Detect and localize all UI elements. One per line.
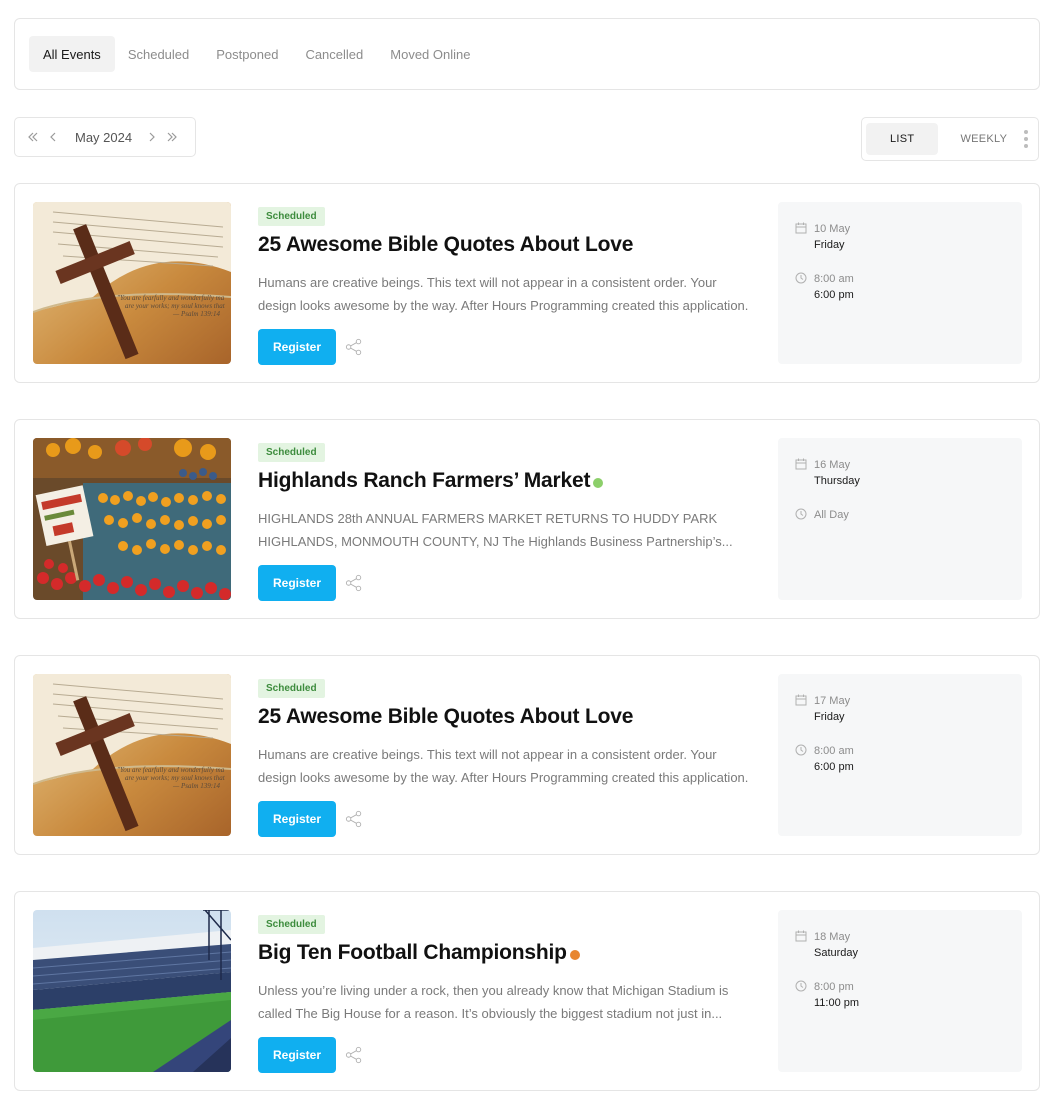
event-datetime-panel: 10 May Friday 8:00 am 6:00 pm [778,202,1022,364]
double-chevron-right-icon[interactable] [162,125,182,149]
register-button[interactable]: Register [258,801,336,837]
svg-text:are your works; my soul knows: are your works; my soul knows that [125,302,226,310]
weekly-view-button[interactable]: WEEKLY [938,123,1029,155]
event-description: Humans are creative beings. This text wi… [258,271,753,317]
tab-moved-online[interactable]: Moved Online [376,36,484,72]
event-datetime-panel: 16 May Thursday All Day [778,438,1022,600]
event-datetime-panel: 18 May Saturday 8:00 pm 11:00 pm [778,910,1022,1072]
farmers-market-image[interactable] [33,438,231,600]
svg-text:— Psalm 139:14: — Psalm 139:14 [172,782,221,790]
event-list: "You are fearfully and wonderfully ma ar… [14,183,1040,1101]
tab-postponed[interactable]: Postponed [202,36,292,72]
svg-text:"You are fearfully and wonderf: "You are fearfully and wonderfully ma [117,294,225,302]
register-button[interactable]: Register [258,329,336,365]
event-title-text[interactable]: 25 Awesome Bible Quotes About Love [258,705,633,729]
event-color-dot [593,478,604,488]
calendar-icon [795,222,807,234]
event-datetime-panel: 17 May Friday 8:00 am 6:00 pm [778,674,1022,836]
status-badge: Scheduled [258,207,325,226]
event-title-text[interactable]: 25 Awesome Bible Quotes About Love [258,233,633,257]
event-description: Humans are creative beings. This text wi… [258,743,753,789]
bible-cross-image[interactable]: "You are fearfully and wonderfully ma ar… [33,674,231,836]
share-icon[interactable] [344,573,364,593]
clock-icon [795,272,807,284]
event-description-line: Unless you’re living under a rock, then … [258,983,729,998]
event-card: "You are fearfully and wonderfully ma ar… [14,183,1040,383]
event-card: Scheduled Big Ten Football Championship … [14,891,1040,1091]
status-badge: Scheduled [258,679,325,698]
event-description-line: Humans are creative beings. This text wi… [258,747,717,762]
chevron-left-icon[interactable] [43,125,63,149]
event-description-line: design looks awesome by the way. After H… [258,770,749,785]
event-description-line: HIGHLANDS, MONMOUTH COUNTY, NJ The Highl… [258,534,733,549]
event-description-line: called The Big House for a reason. It’s … [258,1006,723,1021]
bible-cross-image[interactable]: "You are fearfully and wonderfully ma ar… [33,202,231,364]
event-weekday: Thursday [814,475,860,487]
event-weekday: Friday [814,711,845,723]
tab-cancelled[interactable]: Cancelled [291,36,377,72]
event-date: 10 May [814,223,851,235]
event-description: HIGHLANDS 28th ANNUAL FARMERS MARKET RET… [258,507,753,553]
register-button[interactable]: Register [258,1037,336,1073]
event-end-time: 6:00 pm [814,289,854,301]
event-title[interactable]: Highlands Ranch Farmers’ Market [258,469,753,493]
event-start-time: 8:00 am [814,745,854,757]
event-end-time: 6:00 pm [814,761,854,773]
register-button[interactable]: Register [258,565,336,601]
event-filter-tabs: All Events Scheduled Postponed Cancelled… [14,18,1040,90]
svg-text:"You are fearfully and wonderf: "You are fearfully and wonderfully ma [117,766,225,774]
current-month-label: May 2024 [75,129,133,145]
calendar-icon [795,694,807,706]
event-title-text[interactable]: Highlands Ranch Farmers’ Market [258,469,590,493]
view-toggle: LIST WEEKLY [861,117,1039,161]
event-start-time: 8:00 am [814,273,854,285]
event-description-line: Humans are creative beings. This text wi… [258,275,717,290]
chevron-right-icon[interactable] [142,125,162,149]
event-date: 17 May [814,695,851,707]
event-title[interactable]: 25 Awesome Bible Quotes About Love [258,705,753,729]
event-date: 18 May [814,931,851,943]
event-description: Unless you’re living under a rock, then … [258,979,753,1025]
event-date: 16 May [814,459,851,471]
month-navigator: May 2024 [14,117,196,157]
event-description-line: HIGHLANDS 28th ANNUAL FARMERS MARKET RET… [258,511,718,526]
calendar-icon [795,458,807,470]
event-title[interactable]: Big Ten Football Championship [258,941,753,965]
clock-icon [795,744,807,756]
event-weekday: Saturday [814,947,859,959]
event-card: "You are fearfully and wonderfully ma ar… [14,655,1040,855]
status-badge: Scheduled [258,443,325,462]
svg-text:are your works; my soul knows: are your works; my soul knows that [125,774,226,782]
svg-text:— Psalm 139:14: — Psalm 139:14 [172,310,221,318]
event-card: Scheduled Highlands Ranch Farmers’ Marke… [14,419,1040,619]
event-weekday: Friday [814,239,845,251]
clock-icon [795,508,807,520]
stadium-image[interactable] [33,910,231,1072]
event-color-dot [569,950,580,960]
tab-all-events[interactable]: All Events [29,36,115,72]
share-icon[interactable] [344,809,364,829]
share-icon[interactable] [344,1045,364,1065]
event-description-line: design looks awesome by the way. After H… [258,298,749,313]
event-title-text[interactable]: Big Ten Football Championship [258,941,567,965]
event-title[interactable]: 25 Awesome Bible Quotes About Love [258,233,753,257]
event-end-time: 11:00 pm [814,997,860,1009]
double-chevron-left-icon[interactable] [23,125,43,149]
clock-icon [795,980,807,992]
status-badge: Scheduled [258,915,325,934]
calendar-icon [795,930,807,942]
share-icon[interactable] [344,337,364,357]
event-start-time: 8:00 pm [814,981,854,993]
event-start-time: All Day [814,509,849,521]
list-view-button[interactable]: LIST [866,123,939,155]
tab-scheduled[interactable]: Scheduled [114,36,203,72]
more-options-icon[interactable] [1022,128,1030,150]
